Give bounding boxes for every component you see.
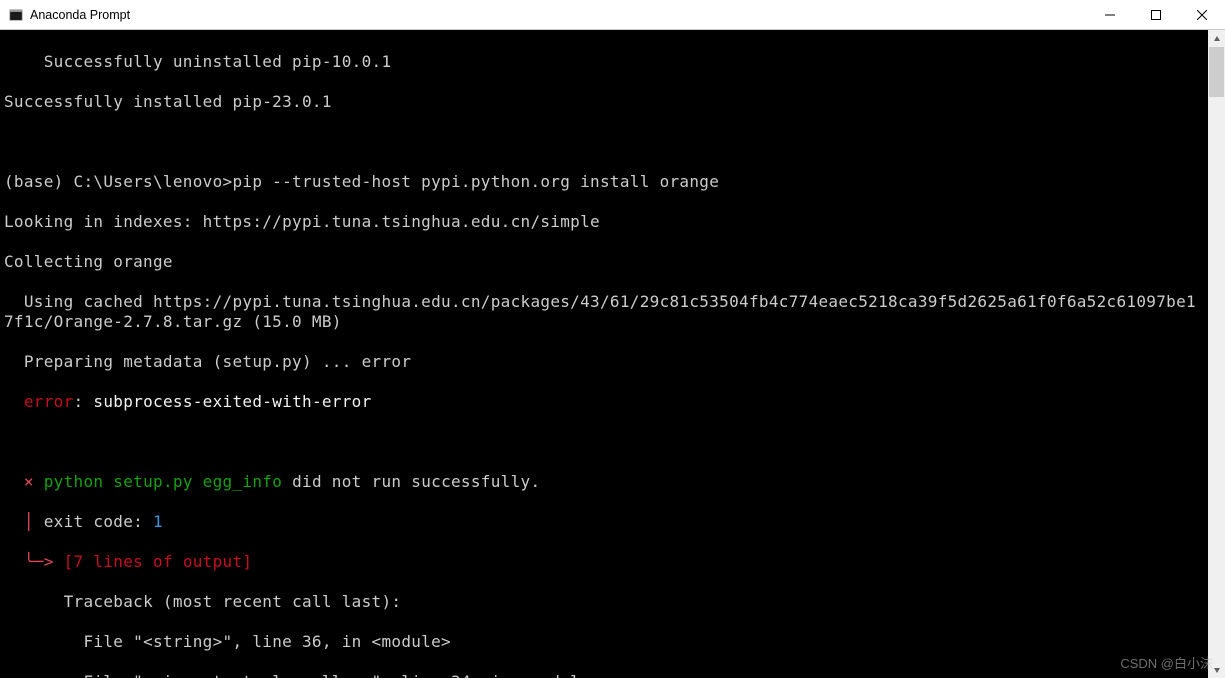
scroll-up-button[interactable] — [1208, 30, 1225, 47]
close-button[interactable] — [1179, 0, 1225, 29]
output-line: Successfully uninstalled pip-10.0.1 — [4, 52, 1204, 72]
output-line: Using cached https://pypi.tuna.tsinghua.… — [4, 292, 1204, 332]
scroll-down-button[interactable] — [1208, 661, 1225, 678]
output-line: Preparing metadata (setup.py) ... error — [4, 352, 1204, 372]
prompt-line: (base) C:\Users\lenovo>pip --trusted-hos… — [4, 172, 1204, 192]
output-line: ╰─> [7 lines of output] — [4, 552, 1204, 572]
terminal-output[interactable]: Successfully uninstalled pip-10.0.1 Succ… — [0, 30, 1208, 678]
output-line: Collecting orange — [4, 252, 1204, 272]
error-line: × python setup.py egg_info did not run s… — [4, 472, 1204, 492]
output-line: │ exit code: 1 — [4, 512, 1204, 532]
window-controls — [1087, 0, 1225, 29]
cross-icon: × — [24, 472, 34, 491]
maximize-button[interactable] — [1133, 0, 1179, 29]
error-line: error: subprocess-exited-with-error — [4, 392, 1204, 412]
traceback-line: Traceback (most recent call last): — [4, 592, 1204, 612]
terminal-icon — [8, 7, 24, 23]
window-title-bar: Anaconda Prompt — [0, 0, 1225, 30]
window-title: Anaconda Prompt — [30, 8, 1087, 22]
traceback-line: File "<string>", line 36, in <module> — [4, 632, 1204, 652]
traceback-line: File "<pip-setuptools-caller>", line 34,… — [4, 672, 1204, 678]
minimize-button[interactable] — [1087, 0, 1133, 29]
scrollbar-thumb[interactable] — [1209, 47, 1224, 97]
vertical-scrollbar[interactable] — [1208, 30, 1225, 678]
output-line — [4, 132, 1204, 152]
output-line — [4, 432, 1204, 452]
output-line: Successfully installed pip-23.0.1 — [4, 92, 1204, 112]
output-line: Looking in indexes: https://pypi.tuna.ts… — [4, 212, 1204, 232]
